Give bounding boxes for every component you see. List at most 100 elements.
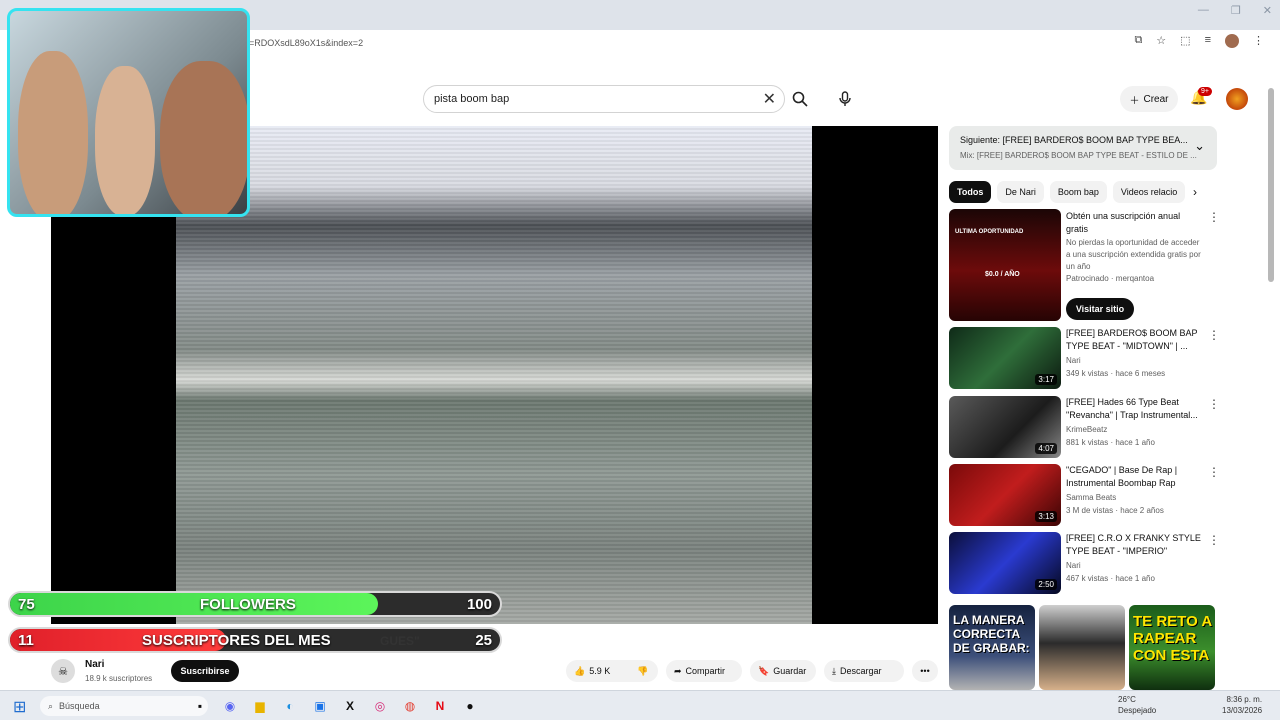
related-title[interactable]: [FREE] C.R.O X FRANKY STYLE TYPE BEAT - … (1066, 532, 1204, 558)
browser-toolbar: ⧉ ☆ ⬚ ≡ ⋮ (1134, 34, 1264, 48)
ad-thumb-price: $0.0 / AÑO (985, 271, 1020, 278)
short-thumbnail[interactable] (1039, 605, 1125, 690)
followers-goal-bar: 75 FOLLOWERS 100 (8, 591, 502, 617)
ad-description: No pierdas la oportunidad de acceder a u… (1066, 238, 1201, 271)
like-count: 5.9 K (589, 666, 611, 676)
followers-progress-fill (10, 593, 378, 615)
bookmark-star-icon[interactable]: ☆ (1156, 34, 1166, 48)
x-icon[interactable]: X (340, 696, 360, 716)
followers-goal: 100 (466, 595, 492, 613)
voice-search-button[interactable] (832, 86, 858, 112)
menu-icon[interactable]: ⋮ (1253, 34, 1264, 48)
video-duration: 3:17 (1035, 374, 1057, 385)
account-avatar[interactable] (1226, 88, 1248, 110)
followers-label: FOLLOWERS (200, 595, 296, 613)
like-button[interactable]: 👍 5.9 K (566, 660, 628, 682)
related-title[interactable]: [FREE] Hades 66 Type Beat "Revancha" | T… (1066, 396, 1204, 422)
taskbar-search[interactable]: ⌕ Búsqueda (40, 696, 208, 716)
file-explorer-icon[interactable]: ▆ (250, 696, 270, 716)
search-icon (792, 91, 808, 107)
subs-goal: 25 (475, 631, 492, 649)
discord-icon[interactable]: ◉ (220, 696, 240, 716)
task-view-icon[interactable]: ▪ (190, 696, 210, 716)
edge-icon[interactable]: ◐ (280, 696, 300, 716)
subscribe-button[interactable]: Suscribirse (171, 660, 239, 682)
related-thumbnail[interactable]: 2:50 (949, 532, 1061, 594)
ad-title[interactable]: Obtén una suscripción anual gratis (1066, 210, 1204, 236)
search-box[interactable]: pista boom bap ✕ (423, 85, 785, 113)
video-duration: 3:13 (1035, 511, 1057, 522)
page-scrollbar[interactable] (1268, 88, 1274, 282)
netflix-icon[interactable]: N (430, 696, 450, 716)
chip-todos[interactable]: Todos (949, 181, 992, 203)
filter-chips: Todos De Nari Boom bap Videos relacio (949, 181, 1186, 203)
create-button[interactable]: ＋ Crear (1120, 86, 1178, 112)
download-icon: ⤓ (832, 665, 836, 676)
extensions-icon[interactable]: ⬚ (1180, 34, 1190, 48)
share-button[interactable]: ➦ Compartir (666, 660, 742, 682)
taskbar-apps: ▪ ◉ ▆ ◐ ▣ X ◎ ◍ N ● (190, 696, 480, 716)
ad-thumb-text: ULTIMA OPORTUNIDAD (955, 229, 1024, 235)
related-channel[interactable]: Samma Beats (1066, 492, 1204, 504)
more-horizontal-icon: ••• (920, 666, 930, 676)
obs-icon[interactable]: ● (460, 696, 480, 716)
short-thumbnail[interactable]: TE RETO A RAPEAR CON ESTA (1129, 605, 1215, 690)
search-button[interactable] (787, 85, 813, 113)
guest-person (95, 66, 155, 214)
profile-avatar[interactable] (1225, 34, 1239, 48)
related-thumbnail[interactable]: 4:07 (949, 396, 1061, 458)
playlist-mix: Mix: [FREE] BARDERO$ BOOM BAP TYPE BEAT … (960, 151, 1197, 160)
video-duration: 4:07 (1035, 443, 1057, 454)
minimize-button[interactable]: — (1198, 4, 1209, 17)
visit-site-button[interactable]: Visitar sitio (1066, 298, 1134, 320)
chrome-icon[interactable]: ◍ (400, 696, 420, 716)
dislike-button[interactable]: 👎 (628, 660, 658, 682)
related-more-icon[interactable]: ⋮ (1208, 465, 1220, 479)
related-thumbnail[interactable]: 3:13 (949, 464, 1061, 526)
taskbar-search-placeholder: Búsqueda (59, 701, 100, 711)
install-icon[interactable]: ⧉ (1134, 34, 1142, 48)
search-input[interactable]: pista boom bap (434, 93, 509, 105)
clear-search-icon[interactable]: ✕ (763, 89, 776, 109)
close-window-button[interactable]: ✕ (1263, 4, 1272, 17)
save-button[interactable]: 🔖 Guardar (750, 660, 816, 682)
channel-avatar[interactable]: ☠ (51, 659, 75, 683)
chip-boom-bap[interactable]: Boom bap (1049, 181, 1107, 203)
related-title[interactable]: [FREE] BARDERO$ BOOM BAP TYPE BEAT - "MI… (1066, 327, 1204, 353)
save-label: Guardar (773, 666, 807, 676)
related-channel[interactable]: KrimeBeatz (1066, 424, 1204, 436)
chip-de-nari[interactable]: De Nari (997, 181, 1044, 203)
address-bar[interactable]: ist=RDOXsdL89oX1s&index=2 (240, 34, 1140, 52)
playlist-panel[interactable]: Siguiente: [FREE] BARDERO$ BOOM BAP TYPE… (949, 126, 1217, 170)
chip-videos-relacionados[interactable]: Videos relacio (1112, 181, 1186, 203)
windows-start-icon[interactable]: ⊞ (13, 697, 26, 717)
related-more-icon[interactable]: ⋮ (1208, 397, 1220, 411)
more-actions-button[interactable]: ••• (912, 660, 938, 682)
subs-label: SUSCRIPTORES DEL MES (142, 631, 331, 649)
related-channel[interactable]: Nari (1066, 355, 1204, 367)
weather-widget[interactable]: 26°C Despejado (1118, 694, 1156, 716)
maximize-button[interactable]: ❐ (1231, 4, 1241, 17)
chevron-down-icon[interactable]: ⌄ (1194, 138, 1205, 154)
related-channel[interactable]: Nari (1066, 560, 1204, 572)
ad-more-icon[interactable]: ⋮ (1208, 210, 1220, 224)
media-icon[interactable]: ≡ (1205, 34, 1211, 48)
thumbs-down-icon: 👎 (637, 665, 649, 676)
store-icon[interactable]: ▣ (310, 696, 330, 716)
thumbs-up-icon: 👍 (574, 665, 586, 676)
related-more-icon[interactable]: ⋮ (1208, 328, 1220, 342)
related-meta: 3 M de vistas · hace 2 años (1066, 506, 1164, 515)
system-clock[interactable]: 8:36 p. m. 13/03/2026 (1222, 694, 1262, 716)
instagram-icon[interactable]: ◎ (370, 696, 390, 716)
microphone-icon (839, 91, 851, 106)
download-button[interactable]: ⤓ Descargar (824, 660, 904, 682)
channel-name[interactable]: Nari (85, 659, 104, 670)
chevron-right-icon[interactable]: › (1193, 185, 1197, 199)
short-thumbnail[interactable]: LA MANERA CORRECTA DE GRABAR: (949, 605, 1035, 690)
windows-taskbar: ⊞ ⌕ Búsqueda ▪ ◉ ▆ ◐ ▣ X ◎ ◍ N ● 26°C De… (0, 690, 1280, 720)
related-thumbnail[interactable]: 3:17 (949, 327, 1061, 389)
window-controls: — ❐ ✕ (1198, 4, 1272, 17)
related-title[interactable]: "CEGADO" | Base De Rap | Instrumental Bo… (1066, 464, 1204, 490)
ad-thumbnail[interactable]: ULTIMA OPORTUNIDAD $0.0 / AÑO (949, 209, 1061, 321)
related-more-icon[interactable]: ⋮ (1208, 533, 1220, 547)
